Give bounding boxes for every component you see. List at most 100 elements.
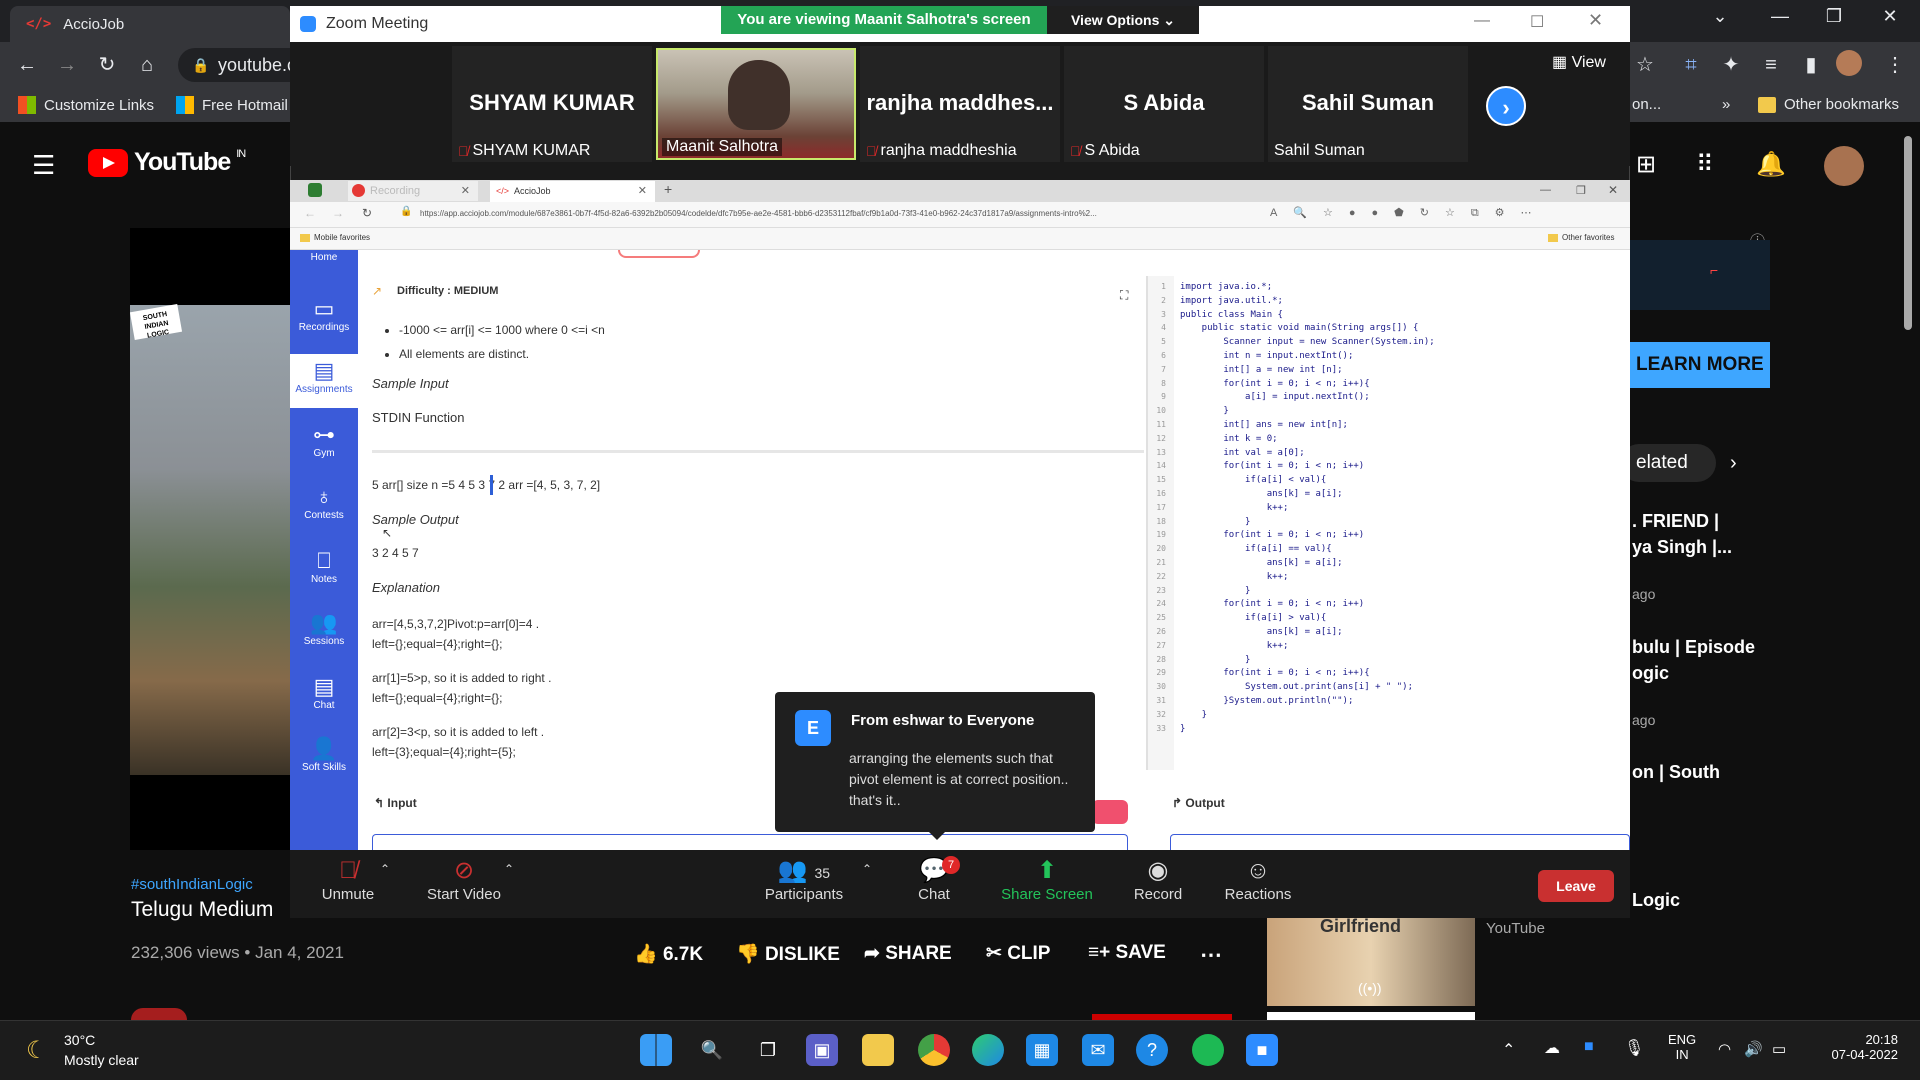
zoom-taskbar-icon[interactable]: ■: [1246, 1034, 1278, 1066]
volume-icon[interactable]: 🔊: [1744, 1040, 1763, 1058]
video-options-icon[interactable]: ⌃: [504, 862, 514, 876]
custom-input-box[interactable]: [372, 834, 1128, 850]
bookmark-overflow[interactable]: on...: [1632, 96, 1661, 113]
close-icon[interactable]: ✕: [1870, 6, 1910, 27]
code-editor[interactable]: 1 import java.io.*; 2 import java.util.*; 3 p…: [1148, 276, 1630, 770]
participants-options-icon[interactable]: ⌃: [862, 862, 872, 876]
reactions-button[interactable]: ☺ Reactions: [1222, 856, 1294, 903]
zoom-tray-icon[interactable]: ■: [1584, 1038, 1594, 1056]
youtube-avatar[interactable]: [1824, 146, 1864, 186]
toggle-switch[interactable]: [618, 250, 700, 258]
apps-grid-icon[interactable]: ⠿: [1696, 150, 1714, 179]
video-hashtag[interactable]: #southIndianLogic: [131, 876, 253, 893]
tab-close-icon[interactable]: ✕: [461, 181, 470, 201]
back-icon[interactable]: ←: [12, 50, 42, 80]
sidebar-item-gym[interactable]: ⊶ Gym: [290, 422, 358, 459]
side-panel-icon[interactable]: ▮: [1796, 50, 1826, 80]
share-button[interactable]: ➦ SHARE: [864, 942, 952, 965]
battery-icon[interactable]: ▭: [1772, 1040, 1786, 1058]
reload-icon[interactable]: ↻: [92, 50, 122, 80]
participant-tile[interactable]: Sahil Suman Sahil Suman: [1268, 46, 1468, 162]
share-screen-button[interactable]: ⬆ Share Screen: [1000, 856, 1094, 903]
dislike-button[interactable]: 👎 DISLIKE: [736, 942, 840, 966]
tab-search-icon[interactable]: ⌄: [1700, 6, 1740, 27]
gallery-next-arrow-icon[interactable]: ›: [1486, 86, 1526, 126]
view-layout-button[interactable]: ▦ View: [1552, 52, 1606, 72]
shared-min-icon[interactable]: —: [1540, 184, 1551, 196]
like-button[interactable]: 👍 6.7K: [634, 942, 703, 966]
shared-tab-acciojob[interactable]: </> AccioJob ✕: [490, 181, 655, 202]
shared-close-icon[interactable]: ✕: [1608, 183, 1618, 197]
start-video-button[interactable]: ⊘ Start Video: [420, 856, 508, 903]
bookmark-customize-links[interactable]: Customize Links: [18, 96, 154, 114]
home-icon[interactable]: ⌂: [132, 50, 162, 80]
participant-tile[interactable]: SHYAM KUMAR 🎙̸ SHYAM KUMAR: [452, 46, 652, 162]
tray-chevron-icon[interactable]: ⌃: [1502, 1040, 1515, 1060]
zoom-close-icon[interactable]: ✕: [1588, 10, 1603, 31]
participant-tile[interactable]: ranjha maddhes... 🎙̸ ranjha maddheshia: [860, 46, 1060, 162]
chrome-tab-acciojob[interactable]: </> AccioJob: [10, 6, 290, 42]
bookmark-other[interactable]: Other bookmarks: [1758, 96, 1899, 113]
shared-reload-icon[interactable]: ↻: [362, 206, 372, 220]
mail-icon[interactable]: ✉: [1082, 1034, 1114, 1066]
more-actions-icon[interactable]: ⋯: [1200, 942, 1222, 968]
weather-desc[interactable]: Mostly clear: [64, 1052, 139, 1068]
run-button[interactable]: [1092, 800, 1128, 824]
unmute-button[interactable]: 🎙̸ Unmute: [316, 856, 380, 903]
new-tab-icon[interactable]: +: [664, 181, 672, 197]
mobile-favorites[interactable]: Mobile favorites: [300, 233, 370, 242]
fullscreen-icon[interactable]: ⛶: [1120, 288, 1128, 303]
participant-tile-video[interactable]: Maanit Salhotra: [656, 48, 856, 160]
related-title[interactable]: Logic: [1632, 890, 1680, 911]
youtube-logo[interactable]: YouTube IN: [88, 148, 246, 177]
related-video-2[interactable]: bulu | Episode ogic: [1632, 634, 1792, 686]
store-icon[interactable]: ▦: [1026, 1034, 1058, 1066]
sidebar-item-recordings[interactable]: ▭ Recordings: [290, 296, 358, 333]
record-button[interactable]: ◉ Record: [1130, 856, 1186, 903]
extensions-icon[interactable]: ✦: [1716, 50, 1746, 80]
sidebar-item-chat[interactable]: ▤ Chat: [290, 674, 358, 711]
sidebar-item-soft-skills[interactable]: 👤 Soft Skills: [290, 736, 358, 773]
participants-button[interactable]: 👥 35 Participants: [758, 856, 850, 903]
shared-restore-icon[interactable]: ❐: [1576, 184, 1586, 197]
shared-tab-recording[interactable]: Recording ✕: [348, 181, 478, 201]
weather-temp[interactable]: 30°C: [64, 1032, 95, 1048]
screenshot-icon[interactable]: ⌗: [1676, 50, 1706, 80]
other-favorites[interactable]: Other favorites: [1548, 233, 1614, 242]
minimize-icon[interactable]: —: [1760, 6, 1800, 27]
sidebar-item-notes[interactable]: ⎕ Notes: [290, 548, 358, 585]
clip-button[interactable]: ✂ CLIP: [986, 942, 1050, 965]
sidebar-item-assignments[interactable]: ▤ Assignments: [290, 358, 358, 395]
chrome-taskbar-icon[interactable]: [918, 1034, 950, 1066]
hamburger-menu-icon[interactable]: ☰: [32, 150, 55, 181]
teams-icon[interactable]: ▣: [806, 1034, 838, 1066]
audio-options-icon[interactable]: ⌃: [380, 862, 390, 876]
search-icon[interactable]: 🔍: [696, 1034, 728, 1066]
bookmarks-chevron-icon[interactable]: »: [1722, 96, 1730, 113]
zoom-maximize-icon[interactable]: ☐: [1530, 12, 1544, 32]
profile-avatar[interactable]: [1836, 50, 1862, 76]
ad-banner[interactable]: [1630, 240, 1770, 310]
leave-button[interactable]: Leave: [1538, 870, 1614, 902]
help-icon[interactable]: ?: [1136, 1034, 1168, 1066]
view-options-button[interactable]: View Options ⌄: [1047, 6, 1199, 34]
chips-next-icon[interactable]: ›: [1730, 452, 1737, 475]
related-title[interactable]: on | South: [1632, 762, 1720, 783]
related-video-1[interactable]: . FRIEND | ya Singh |...: [1632, 508, 1792, 560]
clock[interactable]: 20:18 07-04-2022: [1814, 1032, 1899, 1062]
edge-icon[interactable]: [972, 1034, 1004, 1066]
forward-icon[interactable]: →: [52, 50, 82, 80]
bookmark-star-icon[interactable]: ☆: [1630, 50, 1660, 80]
related-chip[interactable]: elated: [1620, 444, 1716, 482]
tab-close-icon[interactable]: ✕: [638, 181, 647, 202]
spotify-icon[interactable]: [1192, 1034, 1224, 1066]
zoom-minimize-icon[interactable]: —: [1474, 12, 1490, 30]
wifi-icon[interactable]: ◠: [1718, 1040, 1731, 1058]
notifications-bell-icon[interactable]: 🔔: [1756, 150, 1786, 179]
mic-tray-icon[interactable]: 🎙: [1624, 1038, 1644, 1058]
shared-back-icon[interactable]: ←: [304, 206, 316, 220]
participant-tile[interactable]: S Abida 🎙̸ S Abida: [1064, 46, 1264, 162]
reading-list-icon[interactable]: ≡: [1756, 50, 1786, 80]
onedrive-icon[interactable]: ☁: [1544, 1038, 1560, 1058]
chrome-menu-icon[interactable]: ⋮: [1880, 50, 1910, 80]
